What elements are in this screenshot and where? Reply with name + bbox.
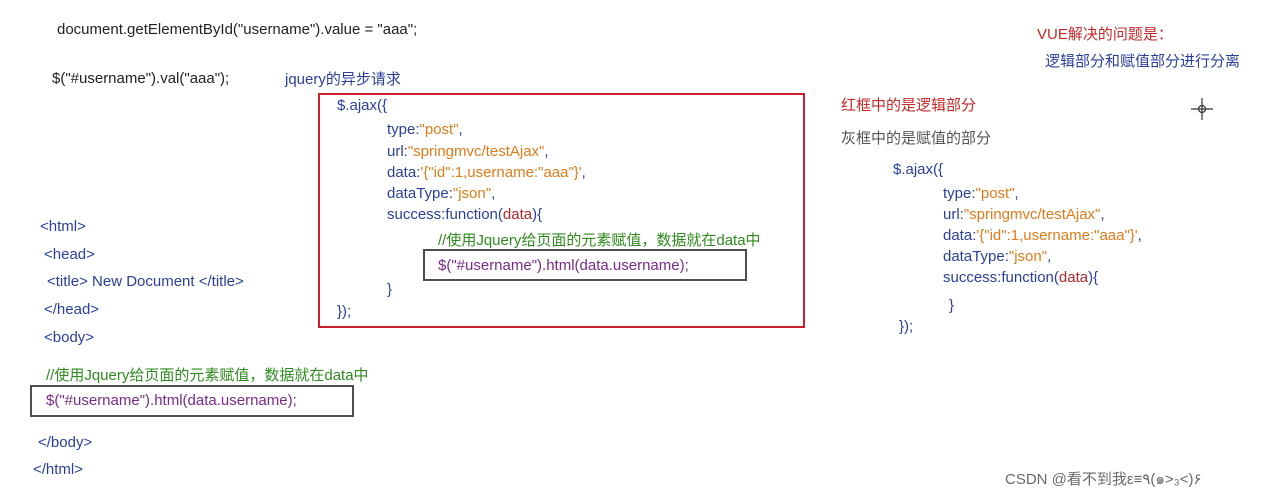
html-open-tag: <html> [40, 218, 86, 235]
vue-note-title: VUE解决的问题是： [1037, 26, 1173, 43]
ajax-comment: //使用Jquery给页面的元素赋值，数据就在data中 [438, 232, 761, 249]
data-value: '{"id":1,username:"aaa"}' [976, 227, 1138, 244]
html-close-tag: </html> [33, 461, 84, 478]
ajax-datatype-line: dataType:"json", [943, 248, 1051, 265]
data-key: data: [943, 227, 977, 244]
url-key: url: [387, 143, 408, 160]
ajax-close: }); [899, 318, 914, 335]
ajax-type-line: type:"post", [387, 121, 463, 138]
datatype-key: dataType: [387, 185, 453, 202]
ajax-data-line: data:'{"id":1,username:"aaa"}', [943, 227, 1142, 244]
success-key: success:function( [387, 206, 503, 223]
type-key: type: [387, 121, 420, 138]
url-key: url: [943, 206, 964, 223]
ajax-data-line: data:'{"id":1,username:"aaa"}', [387, 164, 586, 181]
type-value: "post" [975, 185, 1015, 202]
type-key: type: [943, 185, 976, 202]
head-close-tag: </head> [44, 301, 100, 318]
jquery-val-line: $("#username").val("aaa"); [52, 70, 230, 87]
ajax-url-line: url:"springmvc/testAjax", [387, 143, 549, 160]
comma: , [1137, 227, 1142, 244]
ajax-success-line: success:function(data){ [943, 269, 1098, 286]
datatype-value: "json" [1008, 248, 1048, 265]
jquery-async-label: jquery的异步请求 [285, 71, 401, 88]
data-key: data: [387, 164, 421, 181]
ajax-type-line: type:"post", [943, 185, 1019, 202]
ajax-open: $.ajax({ [893, 161, 944, 178]
body-open-tag: <body> [44, 329, 95, 346]
html-comment: //使用Jquery给页面的元素赋值，数据就在data中 [46, 367, 369, 384]
url-value: "springmvc/testAjax" [407, 143, 545, 160]
url-value: "springmvc/testAjax" [963, 206, 1101, 223]
datatype-key: dataType: [943, 248, 1009, 265]
ajax-close: }); [337, 303, 352, 320]
title-tag: <title> New Document </title> [47, 273, 244, 290]
ajax-success-line: success:function(data){ [387, 206, 542, 223]
getelementbyid-line: document.getElementById("username").valu… [57, 21, 418, 38]
body-close-tag: </body> [38, 434, 93, 451]
success-param: data [502, 206, 533, 223]
success-open: ){ [1088, 269, 1099, 286]
success-close: } [387, 281, 393, 298]
comma: , [581, 164, 586, 181]
datatype-value: "json" [452, 185, 492, 202]
vue-note-desc: 逻辑部分和赋值部分进行分离 [1045, 53, 1241, 70]
crosshair-cursor-icon [1191, 98, 1213, 120]
success-param: data [1058, 269, 1089, 286]
type-value: "post" [419, 121, 459, 138]
comma: , [458, 121, 463, 138]
head-open-tag: <head> [44, 246, 95, 263]
comma: , [544, 143, 549, 160]
success-close: } [949, 297, 955, 314]
csdn-watermark: CSDN @看不到我ε≡٩(๑>₃<)۶ [1005, 471, 1202, 488]
success-open: ){ [532, 206, 543, 223]
data-value: '{"id":1,username:"aaa"}' [420, 164, 582, 181]
comma: , [491, 185, 496, 202]
comma: , [1100, 206, 1105, 223]
html-assign-line: $("#username").html(data.username); [46, 392, 297, 409]
ajax-open: $.ajax({ [337, 97, 388, 114]
grey-box-legend: 灰框中的是赋值的部分 [841, 130, 992, 147]
comma: , [1047, 248, 1052, 265]
ajax-assign-line: $("#username").html(data.username); [438, 257, 689, 274]
ajax-url-line: url:"springmvc/testAjax", [943, 206, 1105, 223]
red-box-legend: 红框中的是逻辑部分 [841, 97, 977, 114]
success-key: success:function( [943, 269, 1059, 286]
comma: , [1014, 185, 1019, 202]
ajax-datatype-line: dataType:"json", [387, 185, 495, 202]
